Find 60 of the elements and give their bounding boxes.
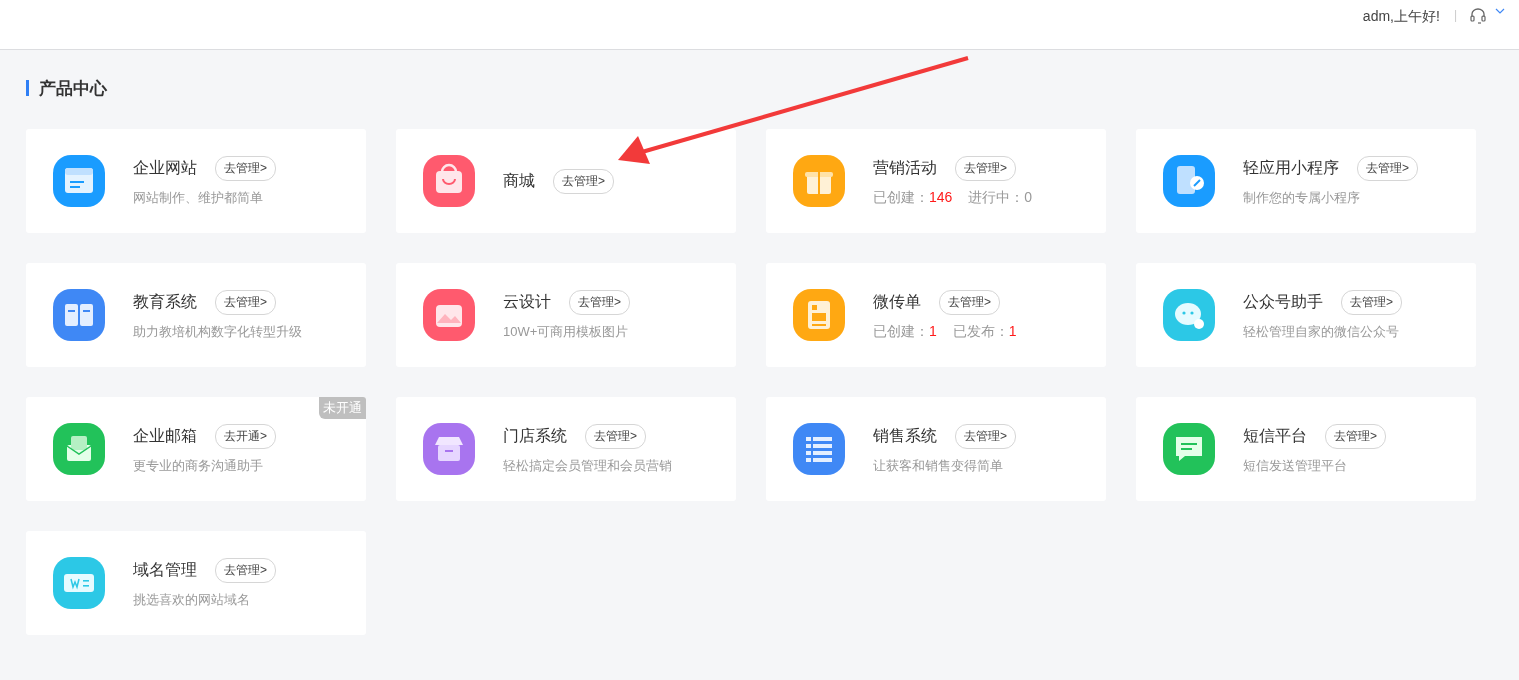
chevron-down-icon[interactable] (1495, 8, 1505, 14)
app-icon[interactable] (793, 155, 845, 207)
stat-text: 已创建：1 (873, 322, 937, 341)
product-description: 助力教培机构数字化转型升级 (133, 322, 302, 341)
headset-icon[interactable] (1469, 8, 1489, 24)
app-icon[interactable] (423, 423, 475, 475)
app-icon[interactable] (1163, 423, 1215, 475)
status-badge: 未开通 (319, 397, 366, 419)
product-title: 教育系统 (133, 291, 197, 312)
app-icon[interactable] (1163, 289, 1215, 341)
manage-button[interactable]: 去管理> (585, 423, 646, 449)
manage-button[interactable]: 去管理> (215, 155, 276, 181)
divider-text: | (1453, 8, 1457, 22)
manage-button[interactable]: 去开通> (215, 423, 276, 449)
product-title: 短信平台 (1243, 425, 1307, 446)
app-icon[interactable] (53, 423, 105, 475)
manage-button[interactable]: 去管理> (215, 289, 276, 315)
app-icon[interactable] (793, 289, 845, 341)
app-icon[interactable] (53, 557, 105, 609)
manage-button[interactable]: 去管理> (955, 155, 1016, 181)
product-description: 让获客和销售变得简单 (873, 456, 1004, 475)
manage-button[interactable]: 去管理> (1341, 289, 1402, 315)
greeting-text: adm,上午好! (1362, 8, 1440, 26)
manage-button[interactable]: 去管理> (939, 289, 1000, 315)
stat-text: 已发布：1 (952, 322, 1017, 341)
product-description: 网站制作、维护都简单 (133, 188, 264, 207)
app-icon[interactable] (793, 423, 845, 475)
app-icon[interactable] (423, 155, 475, 207)
manage-button[interactable]: 去管理> (569, 289, 630, 315)
accent-bar (26, 80, 29, 96)
product-title: 企业邮箱 (133, 425, 197, 446)
product-title: 商城 (503, 170, 535, 191)
product-description: 挑选喜欢的网站域名 (133, 590, 251, 609)
product-title: 门店系统 (503, 425, 567, 446)
product-title: 企业网站 (133, 157, 197, 178)
app-icon[interactable] (1163, 155, 1215, 207)
stat-text: 已创建：146 (873, 188, 953, 207)
manage-button[interactable]: 去管理> (955, 423, 1016, 449)
section-title: 产品中心 (39, 77, 107, 100)
app-icon[interactable] (53, 155, 105, 207)
product-title: 云设计 (503, 291, 551, 312)
product-description: 更专业的商务沟通助手 (133, 456, 264, 475)
manage-button[interactable]: 去管理> (1357, 155, 1418, 181)
product-description: 轻松搞定会员管理和会员营销 (503, 456, 672, 475)
product-title: 域名管理 (133, 559, 197, 580)
product-title: 轻应用小程序 (1243, 157, 1339, 178)
product-description: 制作您的专属小程序 (1243, 188, 1361, 207)
stat-text: 进行中：0 (968, 188, 1033, 207)
product-title: 销售系统 (873, 425, 937, 446)
product-title: 公众号助手 (1243, 291, 1323, 312)
product-title: 营销活动 (873, 157, 937, 178)
manage-button[interactable]: 去管理> (553, 168, 614, 194)
manage-button[interactable]: 去管理> (215, 557, 276, 583)
app-icon[interactable] (423, 289, 475, 341)
product-description: 短信发送管理平台 (1243, 456, 1348, 475)
product-description: 轻松管理自家的微信公众号 (1243, 322, 1400, 341)
app-icon[interactable] (53, 289, 105, 341)
product-description: 10W+可商用模板图片 (503, 322, 630, 341)
manage-button[interactable]: 去管理> (1325, 423, 1386, 449)
product-title: 微传单 (873, 291, 921, 312)
